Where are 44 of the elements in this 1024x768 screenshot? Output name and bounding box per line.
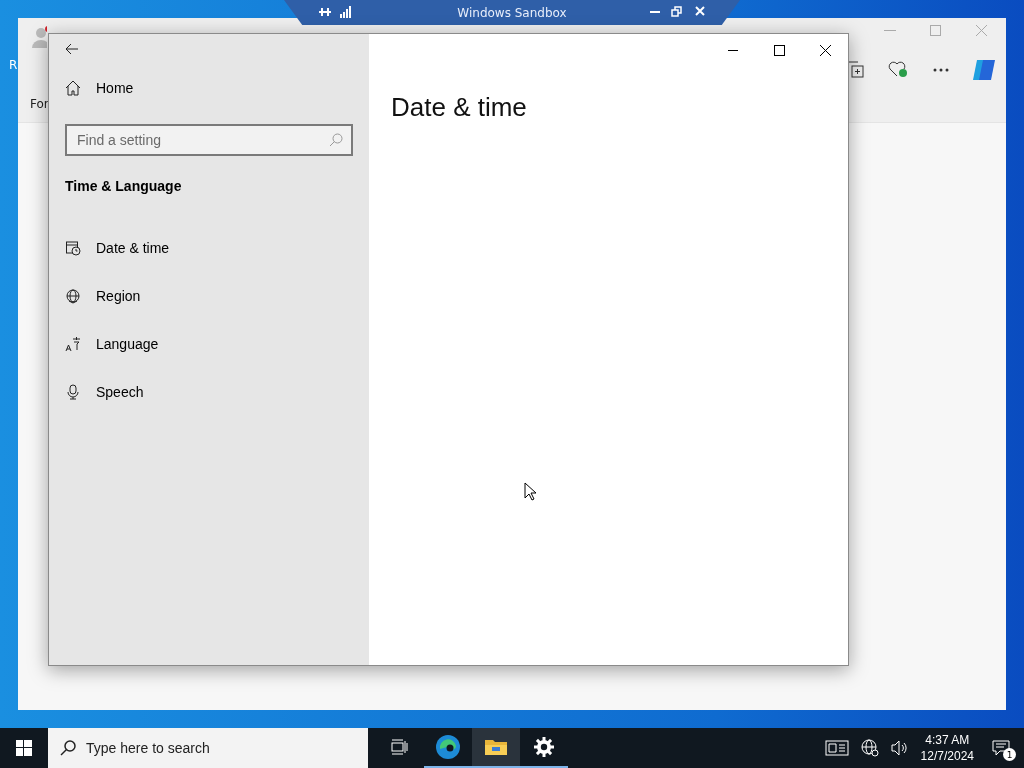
restore-icon[interactable] [671,6,682,17]
page-title: Date & time [391,92,527,123]
news-icon[interactable] [824,740,849,756]
section-heading: Time & Language [65,178,182,194]
home-icon [65,80,81,96]
nav-item[interactable]: Language [65,320,159,368]
home-link[interactable]: Home [65,64,134,112]
microphone-icon [65,384,81,400]
pin-icon[interactable] [318,6,332,18]
avatar-icon[interactable] [30,24,47,50]
taskbar-app[interactable] [472,728,520,768]
window-title: Windows Sandbox [457,5,567,20]
gear-icon[interactable] [533,736,555,758]
minimize-icon[interactable] [650,11,660,14]
globe-icon [65,288,81,304]
message-icon [992,740,1010,756]
volume-icon[interactable] [890,740,909,756]
notification-count: 1 [1003,748,1016,761]
minimize-icon [728,49,738,51]
search-field[interactable]: Find a setting [65,124,353,156]
favorite-link[interactable]: For [30,97,49,111]
language-icon [65,336,81,352]
split-add-icon[interactable] [846,60,864,78]
search-icon [329,133,343,147]
signal-icon [340,6,352,18]
clock[interactable]: 4:37 AM 12/7/2024 [920,732,974,764]
nav-item[interactable]: Date & time [65,224,170,272]
search-icon [60,740,76,756]
edge-icon[interactable] [435,734,461,760]
maximize-icon [773,44,785,56]
nav-item[interactable]: Speech [65,368,144,416]
windows-logo-icon [16,740,32,756]
notification-button[interactable]: 1 [986,734,1016,762]
folder-icon[interactable] [484,737,508,757]
close-icon [819,44,831,56]
mouse-cursor-icon [524,482,536,501]
copilot-icon[interactable] [971,58,997,82]
more-icon[interactable] [933,68,949,72]
taskbar-search-field[interactable]: Type here to search [48,728,368,768]
calendar-clock-icon [65,240,81,256]
heart-check-icon[interactable] [888,60,908,78]
network-icon[interactable] [860,739,879,757]
task-view-icon[interactable] [391,739,409,755]
nav-item[interactable]: Region [65,272,141,320]
